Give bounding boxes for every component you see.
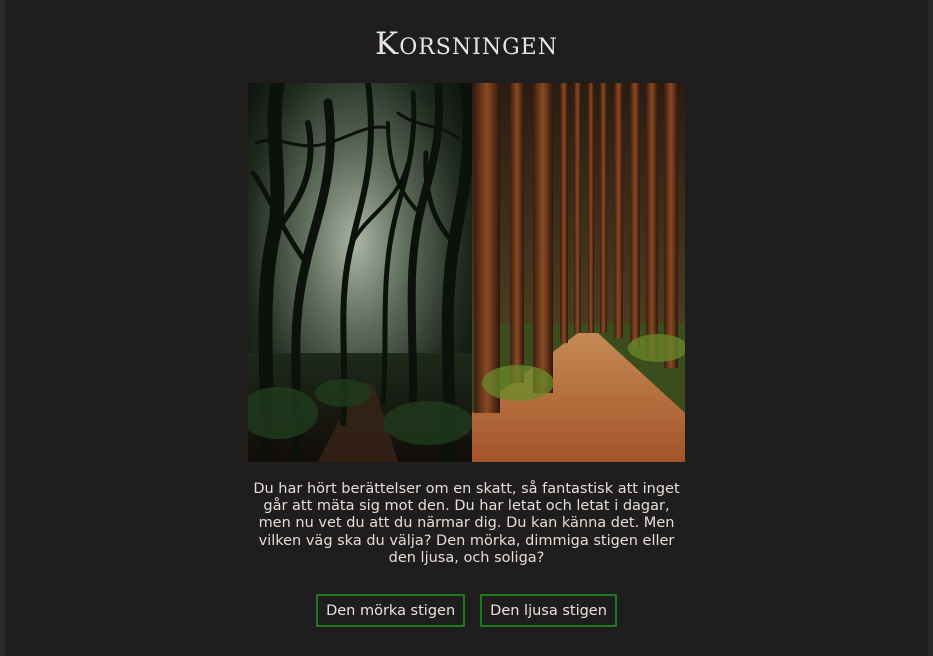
dark-forest-half: [248, 83, 475, 462]
dark-path-button[interactable]: Den mörka stigen: [316, 594, 466, 627]
light-forest-half: [472, 83, 685, 462]
story-text: Du har hört berättelser om en skatt, så …: [253, 481, 680, 566]
page-title: Korsningen: [375, 26, 558, 62]
crossroads-image: [248, 83, 685, 462]
light-path-button[interactable]: Den ljusa stigen: [480, 594, 617, 627]
choice-buttons: Den mörka stigen Den ljusa stigen: [5, 594, 928, 627]
game-frame: Korsningen Du har hört berättelser om en…: [5, 0, 928, 656]
